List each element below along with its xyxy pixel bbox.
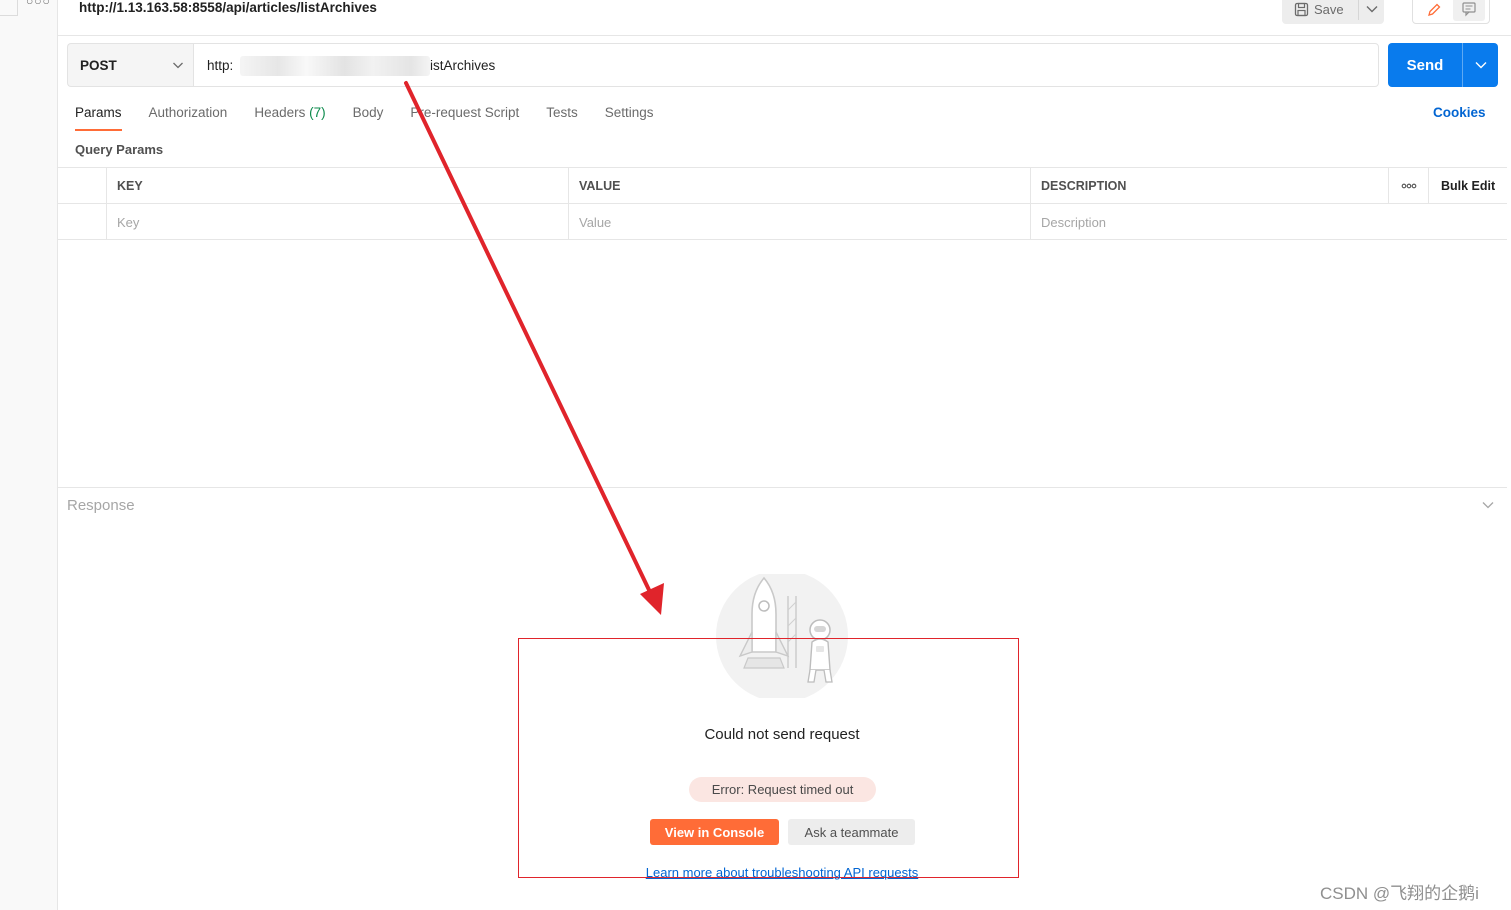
response-title: Response [67,497,135,514]
bulk-edit-button[interactable]: Bulk Edit [1428,168,1507,204]
tab-label: Headers [254,105,306,120]
cookies-link[interactable]: Cookies [1433,105,1486,120]
more-options-icon[interactable] [1388,168,1428,204]
url-prefix: http: [207,58,234,73]
sidebar-tab-edge[interactable] [0,0,18,16]
request-title[interactable]: http://1.13.163.58:8558/api/articles/lis… [79,0,377,15]
save-dropdown-button[interactable] [1360,0,1384,24]
tab-label: Tests [546,105,578,120]
send-dropdown-button[interactable] [1463,43,1498,87]
tab-label: Settings [604,105,654,120]
column-header-description: DESCRIPTION [1030,168,1388,204]
table-header-row: KEY VALUE DESCRIPTION Bulk Edit [58,168,1507,204]
url-suffix: istArchives [430,58,496,73]
query-params-title: Query Params [75,142,164,157]
response-divider[interactable] [58,487,1507,488]
chevron-down-icon [1475,62,1486,69]
param-description-input[interactable]: Description [1030,204,1388,240]
save-label: Save [1314,1,1344,17]
request-header: http://1.13.163.58:8558/api/articles/lis… [58,0,1511,36]
tab-body[interactable]: Body [353,105,384,131]
tab-authorization[interactable]: Authorization [149,105,228,131]
param-key-input[interactable]: Key [106,204,568,240]
tab-pre-request-script[interactable]: Pre-request Script [410,105,519,131]
edit-pencil-icon[interactable] [1421,0,1447,21]
tab-headers[interactable]: Headers (7) [254,105,325,131]
troubleshooting-link[interactable]: Learn more about troubleshooting API req… [582,865,982,880]
chevron-down-icon[interactable] [1481,500,1495,510]
column-header-value: VALUE [568,168,1030,204]
divider [1358,0,1359,20]
request-tabs: Params Authorization Headers (7) Body Pr… [75,105,681,131]
watermark: CSDN @飞翔的企鹅i [1320,884,1479,903]
method-label: POST [80,57,117,73]
tab-params[interactable]: Params [75,105,122,131]
save-button[interactable]: Save [1282,0,1358,24]
url-input[interactable]: http: istArchives [193,43,1379,87]
right-panel-toggles [1412,0,1490,24]
save-button-group: Save [1282,0,1384,24]
comment-icon[interactable] [1453,0,1485,21]
column-header-key: KEY [106,168,568,204]
tab-label: Pre-request Script [410,105,520,120]
ask-teammate-button[interactable]: Ask a teammate [788,819,915,845]
chevron-down-icon [1366,6,1378,13]
save-icon [1294,2,1309,16]
more-icon[interactable]: ○○○ [26,0,51,8]
headers-count-badge: (7) [309,105,326,120]
chevron-down-icon [173,62,183,69]
tab-settings[interactable]: Settings [605,105,654,131]
left-sidebar: ○○○ [0,0,58,910]
method-select[interactable]: POST [67,43,194,87]
error-heading: Could not send request [704,726,860,743]
param-value-input[interactable]: Value [568,204,1030,240]
view-in-console-button[interactable]: View in Console [650,819,779,845]
send-button[interactable]: Send [1388,43,1462,87]
tab-tests[interactable]: Tests [546,105,578,131]
tab-label: Body [352,105,384,120]
tab-label: Authorization [148,105,228,120]
table-row: Key Value Description [58,204,1507,240]
error-message-badge: Error: Request timed out [689,777,876,802]
send-button-group: Send [1388,43,1498,87]
tab-label: Params [75,105,122,120]
query-params-table: KEY VALUE DESCRIPTION Bulk Edit Key Valu… [58,167,1507,240]
url-redaction-blur [240,56,430,76]
